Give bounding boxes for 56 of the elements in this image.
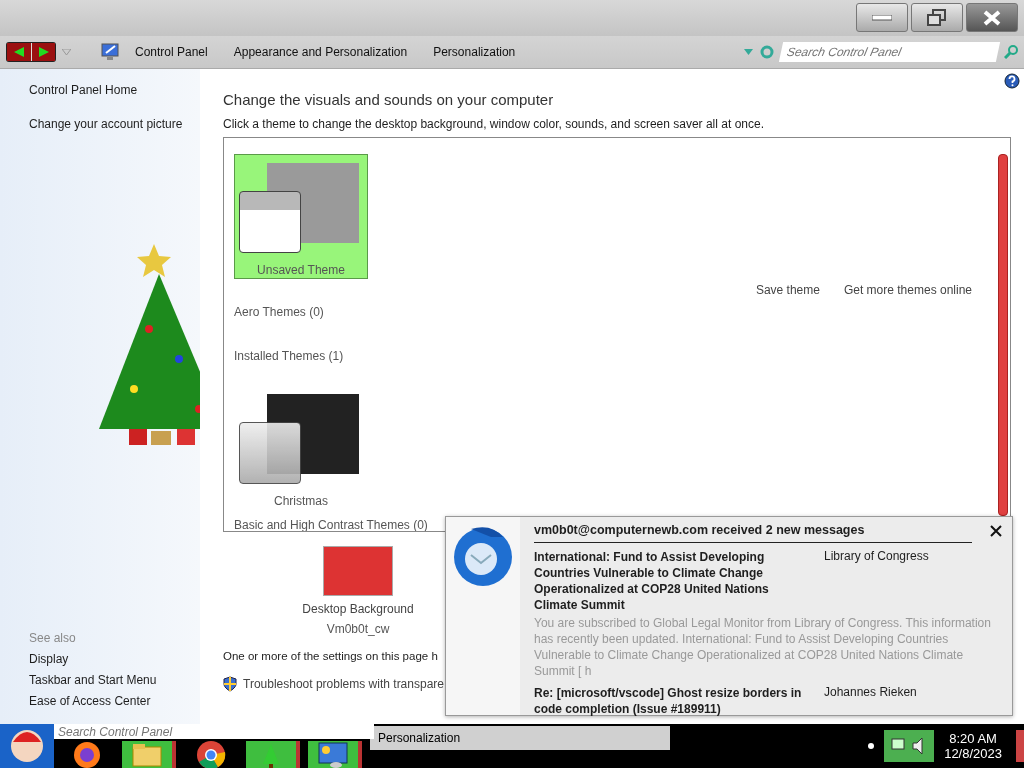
close-icon (983, 9, 1001, 26)
breadcrumb-link[interactable]: Appearance and Personalization (223, 45, 418, 59)
control-panel-icon[interactable] (308, 741, 362, 768)
tree-icon[interactable] (246, 741, 300, 768)
minimize-icon (872, 14, 892, 21)
theme-action-link[interactable]: Get more themes online (843, 283, 972, 297)
monitor-icon (101, 43, 119, 61)
restore-icon (927, 8, 947, 27)
page-title: Change the visuals and sounds on your computer (223, 91, 555, 108)
theme-group-heading: Installed Themes (1) (234, 349, 344, 363)
back-button[interactable] (7, 43, 31, 61)
theme-action-link[interactable]: Save theme (755, 283, 820, 297)
photo-placeholder (323, 546, 393, 596)
dot-icon (868, 743, 875, 749)
folder-icon[interactable] (122, 741, 176, 768)
theme-group-heading: Basic and High Contrast Themes (0) (234, 518, 428, 531)
sidebar-link[interactable]: Taskbar and Start Menu (29, 673, 200, 687)
page-description: Click a theme to change the desktop background, window color, sounds, and screen saver all at once. (223, 117, 765, 131)
restore-button[interactable] (911, 3, 963, 32)
message-subject[interactable]: Re: [microsoft/vscode] Ghost resize borders in code completion (Issue #189911) (534, 685, 814, 717)
sidebar-link[interactable]: Change your account picture (29, 117, 200, 131)
minimize-button[interactable] (856, 3, 908, 32)
help-icon[interactable] (1004, 73, 1020, 89)
message-sender: Library of Congress (824, 549, 930, 565)
sidebar-link[interactable]: Control Panel Home (29, 83, 200, 97)
notification-title: vm0b0t@computernewb.com received 2 new messages (534, 523, 972, 543)
close-button[interactable] (966, 3, 1018, 32)
back-arrow-icon (13, 47, 25, 57)
desktop-background-link[interactable]: Desktop Background (302, 602, 414, 616)
theme-tile[interactable]: Unsaved Theme (234, 154, 368, 279)
message-preview: You are subscribed to Global Legal Monitor from Library of Congress. This information has recently been updated. International: Fund to Assist Developing Countries Vulnerable to Climate Change Operationalized at COP28 United Nations Climate Summit [ h (534, 615, 992, 679)
scrollbar-thumb[interactable] (998, 154, 1008, 516)
message-subject[interactable]: International: Fund to Assist Developing Countries Vulnerable to Climate Change Operationalized at COP28 United Nations Climate Summit (534, 549, 814, 613)
window-preview-icon (239, 422, 301, 484)
theme-group-heading: Aero Themes (0) (234, 305, 324, 319)
start-button[interactable] (0, 724, 54, 768)
tray-icons[interactable] (884, 730, 935, 762)
clock[interactable]: 8:20 AM 12/8/2023 (944, 731, 1002, 761)
forward-button[interactable] (31, 43, 55, 61)
sidebar-link[interactable]: Ease of Access Center (29, 694, 200, 708)
forward-arrow-icon (37, 47, 50, 57)
see-also-heading: See also (29, 631, 77, 645)
desktop-background-value: Vm0b0t_cw (326, 622, 390, 636)
search-field[interactable]: Search Control Panel (54, 724, 374, 739)
search-field[interactable]: Search Control Panel (778, 42, 1001, 62)
breadcrumb-link[interactable]: Personalization (423, 45, 526, 59)
troubleshoot-link[interactable]: Troubleshoot problems with transpare (243, 677, 444, 691)
breadcrumb-link[interactable]: Control Panel (125, 45, 218, 59)
taskbar-button[interactable]: Personalization (370, 726, 670, 750)
shield-icon (223, 676, 237, 692)
window-preview-icon (239, 191, 301, 253)
message-sender: Johannes Rieken (824, 685, 918, 701)
close-icon (990, 525, 1002, 537)
sidebar-link[interactable]: Display (29, 652, 200, 666)
theme-tile[interactable]: Christmas (234, 385, 368, 510)
notice-text: One or more of the settings on this page h (223, 650, 438, 662)
